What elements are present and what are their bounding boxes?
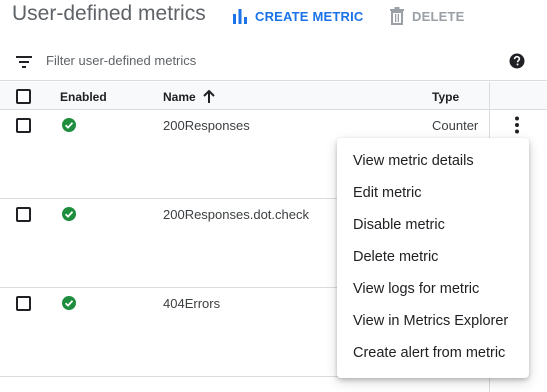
select-all-checkbox[interactable] (16, 89, 31, 104)
metric-name[interactable]: 200Responses (163, 118, 250, 133)
column-header-enabled[interactable]: Enabled (60, 90, 107, 104)
delete-button[interactable]: DELETE (389, 6, 464, 26)
menu-item-disable-metric[interactable]: Disable metric (337, 209, 529, 241)
help-icon[interactable] (509, 53, 525, 69)
row-actions-menu: View metric details Edit metric Disable … (337, 138, 529, 378)
metric-name[interactable]: 200Responses.dot.check (163, 207, 309, 222)
page-title: User-defined metrics (12, 2, 206, 25)
create-metric-button[interactable]: CREATE METRIC (232, 6, 364, 26)
delete-label: DELETE (412, 8, 465, 24)
check-circle-icon (62, 118, 76, 132)
filter-input[interactable] (46, 53, 446, 68)
filter-bar (0, 43, 547, 81)
metric-name[interactable]: 404Errors (163, 296, 220, 311)
menu-item-metrics-explorer[interactable]: View in Metrics Explorer (337, 305, 529, 337)
menu-item-edit-metric[interactable]: Edit metric (337, 177, 529, 209)
table-header: Enabled Name Type (0, 82, 547, 110)
metric-type: Counter (432, 118, 479, 133)
row-checkbox[interactable] (16, 118, 31, 133)
arrow-up-icon (202, 90, 215, 103)
row-checkbox[interactable] (16, 296, 31, 311)
check-circle-icon (62, 296, 76, 310)
more-vert-icon[interactable] (511, 116, 523, 134)
column-header-type[interactable]: Type (432, 90, 459, 104)
bar-chart-icon (233, 9, 247, 24)
column-header-name-label: Name (163, 90, 196, 104)
check-circle-icon (62, 207, 76, 221)
create-metric-label: CREATE METRIC (255, 8, 364, 24)
column-header-name[interactable]: Name (163, 90, 215, 104)
menu-item-create-alert[interactable]: Create alert from metric (337, 337, 529, 369)
row-checkbox[interactable] (16, 207, 31, 222)
menu-item-view-logs[interactable]: View logs for metric (337, 273, 529, 305)
menu-item-delete-metric[interactable]: Delete metric (337, 241, 529, 273)
trash-icon (390, 7, 404, 25)
menu-item-view-metric-details[interactable]: View metric details (337, 145, 529, 177)
filter-icon[interactable] (16, 56, 32, 68)
